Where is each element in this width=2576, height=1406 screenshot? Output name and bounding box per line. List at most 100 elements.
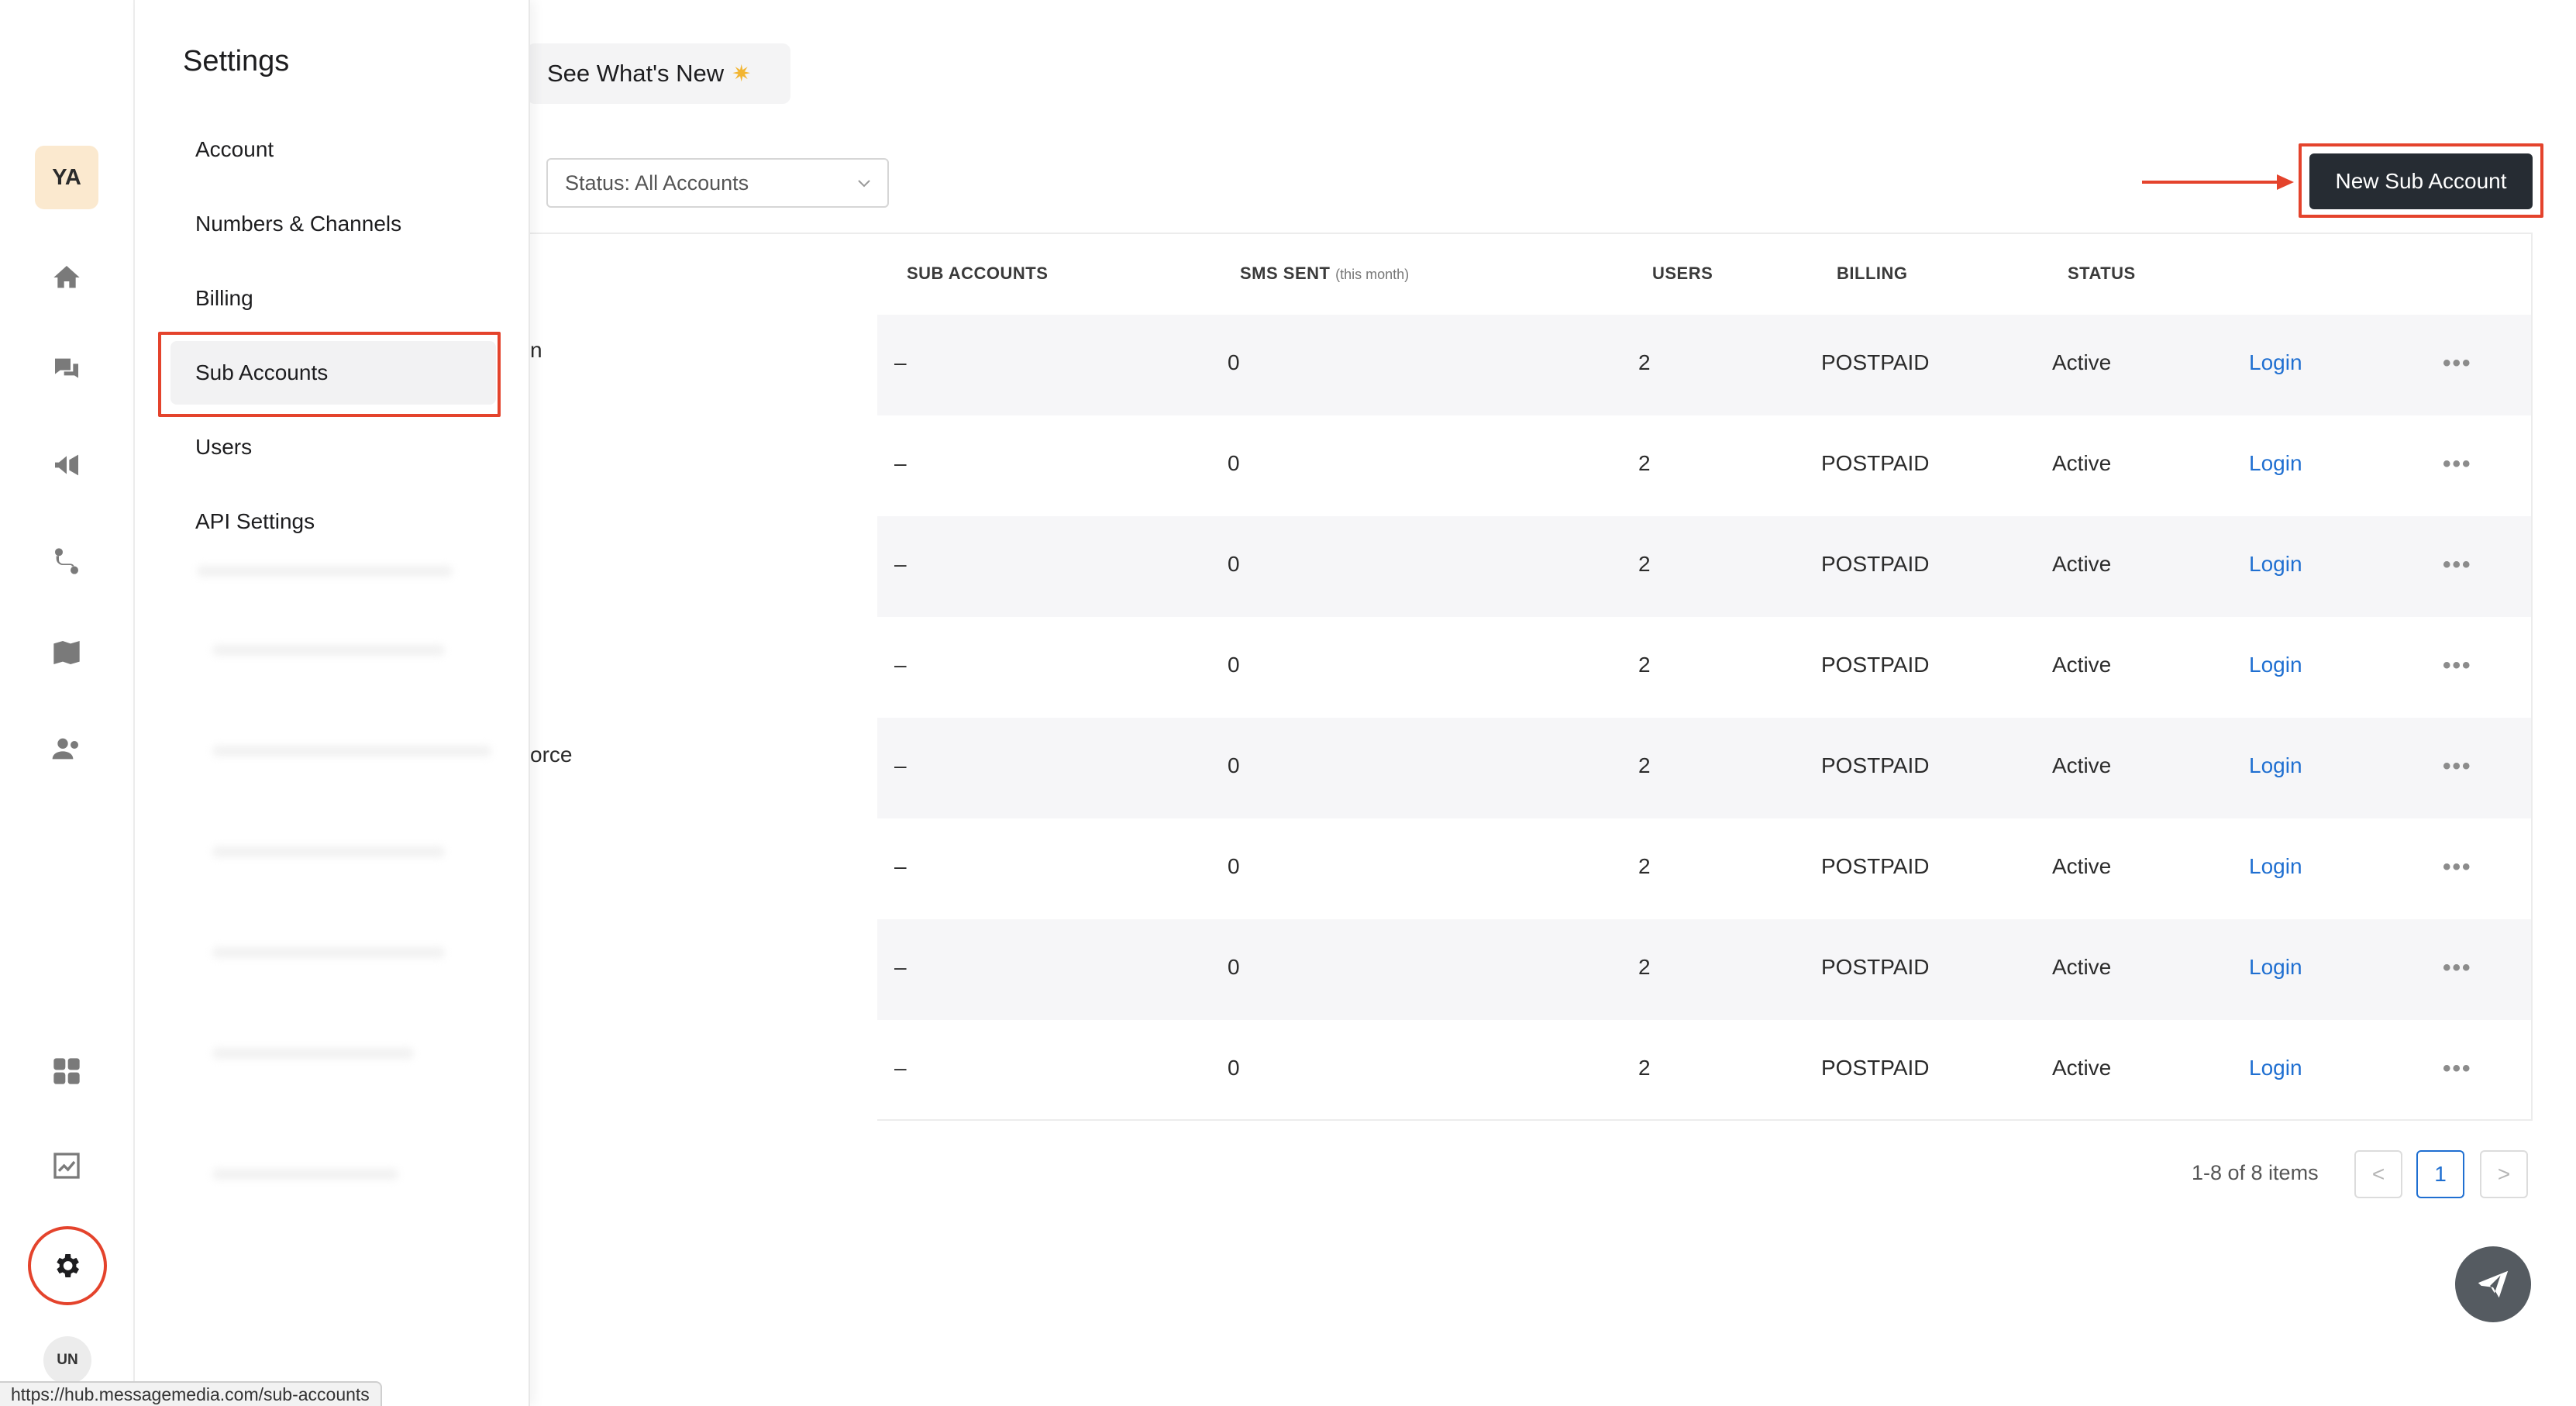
sms-sent-suffix: (this month)	[1335, 267, 1410, 282]
login-link[interactable]: Login	[2249, 350, 2302, 375]
login-link[interactable]: Login	[2249, 552, 2302, 577]
row-name-cell	[530, 818, 877, 919]
more-options-icon[interactable]: •••	[2443, 854, 2472, 880]
icon-rail: YA UN	[0, 0, 135, 1406]
cell-billing: POSTPAID	[1821, 653, 1930, 677]
login-link[interactable]: Login	[2249, 451, 2302, 476]
status-filter-select[interactable]: Status: All Accounts	[546, 158, 889, 208]
cell-billing: POSTPAID	[1821, 451, 1930, 475]
pagination-next-button[interactable]: >	[2480, 1150, 2528, 1198]
settings-item-numbers-channels[interactable]: Numbers & Channels	[170, 192, 496, 256]
cell-sms-sent: 0	[1228, 854, 1240, 878]
table-row: – 0 2 POSTPAID Active Login •••	[530, 516, 2531, 617]
book-icon[interactable]	[48, 634, 85, 671]
cell-billing: POSTPAID	[1821, 955, 1930, 979]
cell-billing: POSTPAID	[1821, 854, 1930, 878]
settings-item-api-settings[interactable]: API Settings	[170, 490, 496, 553]
chat-icon[interactable]	[48, 350, 85, 388]
help-chat-button[interactable]	[2455, 1246, 2531, 1322]
new-sub-account-button[interactable]: New Sub Account	[2309, 153, 2533, 209]
more-options-icon[interactable]: •••	[2443, 955, 2472, 981]
paper-plane-icon	[2478, 1270, 2509, 1298]
cell-status: Active	[2052, 955, 2112, 979]
row-name-cell	[530, 617, 877, 718]
cell-sms-sent: 0	[1228, 653, 1240, 677]
table-row: – 0 2 POSTPAID Active Login •••	[530, 415, 2531, 516]
analytics-icon[interactable]	[48, 1147, 85, 1184]
workflow-icon[interactable]	[48, 543, 85, 580]
cell-sub-accounts: –	[894, 1056, 907, 1080]
cell-sms-sent: 0	[1228, 350, 1240, 374]
cell-sub-accounts: –	[894, 451, 907, 475]
settings-item-billing[interactable]: Billing	[170, 267, 496, 330]
app-root: YA UN Settings Account Numbers & Channel…	[0, 0, 2576, 1406]
cell-users: 2	[1638, 653, 1651, 677]
settings-item-users[interactable]: Users	[170, 415, 496, 479]
cell-billing: POSTPAID	[1821, 552, 1930, 576]
blurred-text	[212, 746, 491, 756]
more-options-icon[interactable]: •••	[2443, 350, 2472, 377]
cell-users: 2	[1638, 955, 1651, 979]
column-header-sub-accounts: SUB ACCOUNTS	[907, 264, 1049, 283]
table-row: – 0 2 POSTPAID Active Login •••	[530, 1020, 2531, 1121]
user-avatar[interactable]: UN	[43, 1336, 91, 1384]
cell-status: Active	[2052, 854, 2112, 878]
row-name-cell	[530, 315, 877, 415]
whats-new-label: See What's New	[547, 60, 725, 87]
cell-sub-accounts: –	[894, 653, 907, 677]
settings-title: Settings	[183, 45, 290, 78]
login-link[interactable]: Login	[2249, 955, 2302, 980]
cell-sub-accounts: –	[894, 552, 907, 576]
megaphone-icon[interactable]	[48, 446, 85, 484]
cell-sms-sent: 0	[1228, 753, 1240, 777]
cell-sms-sent: 0	[1228, 552, 1240, 576]
row-name-cell	[530, 919, 877, 1020]
more-options-icon[interactable]: •••	[2443, 451, 2472, 477]
more-options-icon[interactable]: •••	[2443, 552, 2472, 578]
table-row: – 0 2 POSTPAID Active Login •••	[530, 919, 2531, 1020]
cell-sub-accounts: –	[894, 350, 907, 374]
cell-users: 2	[1638, 451, 1651, 475]
whats-new-button[interactable]: See What's New ✷	[527, 43, 790, 104]
annotation-arrow	[2142, 174, 2294, 190]
more-options-icon[interactable]: •••	[2443, 653, 2472, 679]
more-options-icon[interactable]: •••	[2443, 1056, 2472, 1082]
row-name-cell	[530, 1020, 877, 1121]
column-header-users: USERS	[1652, 264, 1713, 283]
pagination-page-button[interactable]: 1	[2416, 1150, 2464, 1198]
row-name-fragment: orce	[530, 743, 573, 767]
pagination-prev-button[interactable]: <	[2354, 1150, 2402, 1198]
column-header-sms-sent: SMS SENT (this month)	[1240, 264, 1409, 284]
chevron-down-icon	[858, 180, 870, 188]
cell-status: Active	[2052, 350, 2112, 374]
cell-status: Active	[2052, 753, 2112, 777]
cell-users: 2	[1638, 350, 1651, 374]
gear-icon[interactable]	[48, 1247, 85, 1284]
table-row: – 0 2 POSTPAID Active Login •••	[530, 818, 2531, 919]
apps-icon[interactable]	[48, 1053, 85, 1090]
login-link[interactable]: Login	[2249, 653, 2302, 677]
login-link[interactable]: Login	[2249, 1056, 2302, 1080]
cell-users: 2	[1638, 552, 1651, 576]
sparkle-icon: ✷	[732, 60, 752, 87]
cell-billing: POSTPAID	[1821, 753, 1930, 777]
blurred-text	[212, 1169, 398, 1180]
cell-status: Active	[2052, 552, 2112, 576]
sms-sent-label: SMS SENT	[1240, 264, 1331, 283]
account-avatar[interactable]: YA	[35, 146, 98, 209]
column-header-billing: BILLING	[1837, 264, 1908, 283]
settings-panel: Settings Account Numbers & Channels Bill…	[135, 0, 530, 1406]
blurred-text	[212, 947, 445, 958]
login-link[interactable]: Login	[2249, 854, 2302, 879]
settings-item-account[interactable]: Account	[170, 118, 496, 181]
row-name-cell	[530, 516, 877, 617]
row-name-cell	[530, 718, 877, 818]
more-options-icon[interactable]: •••	[2443, 753, 2472, 780]
cell-sms-sent: 0	[1228, 1056, 1240, 1080]
login-link[interactable]: Login	[2249, 753, 2302, 778]
table-row: – 0 2 POSTPAID Active Login •••	[530, 718, 2531, 818]
home-icon[interactable]	[48, 259, 85, 296]
cell-status: Active	[2052, 451, 2112, 475]
contacts-icon[interactable]	[48, 730, 85, 767]
cell-users: 2	[1638, 854, 1651, 878]
